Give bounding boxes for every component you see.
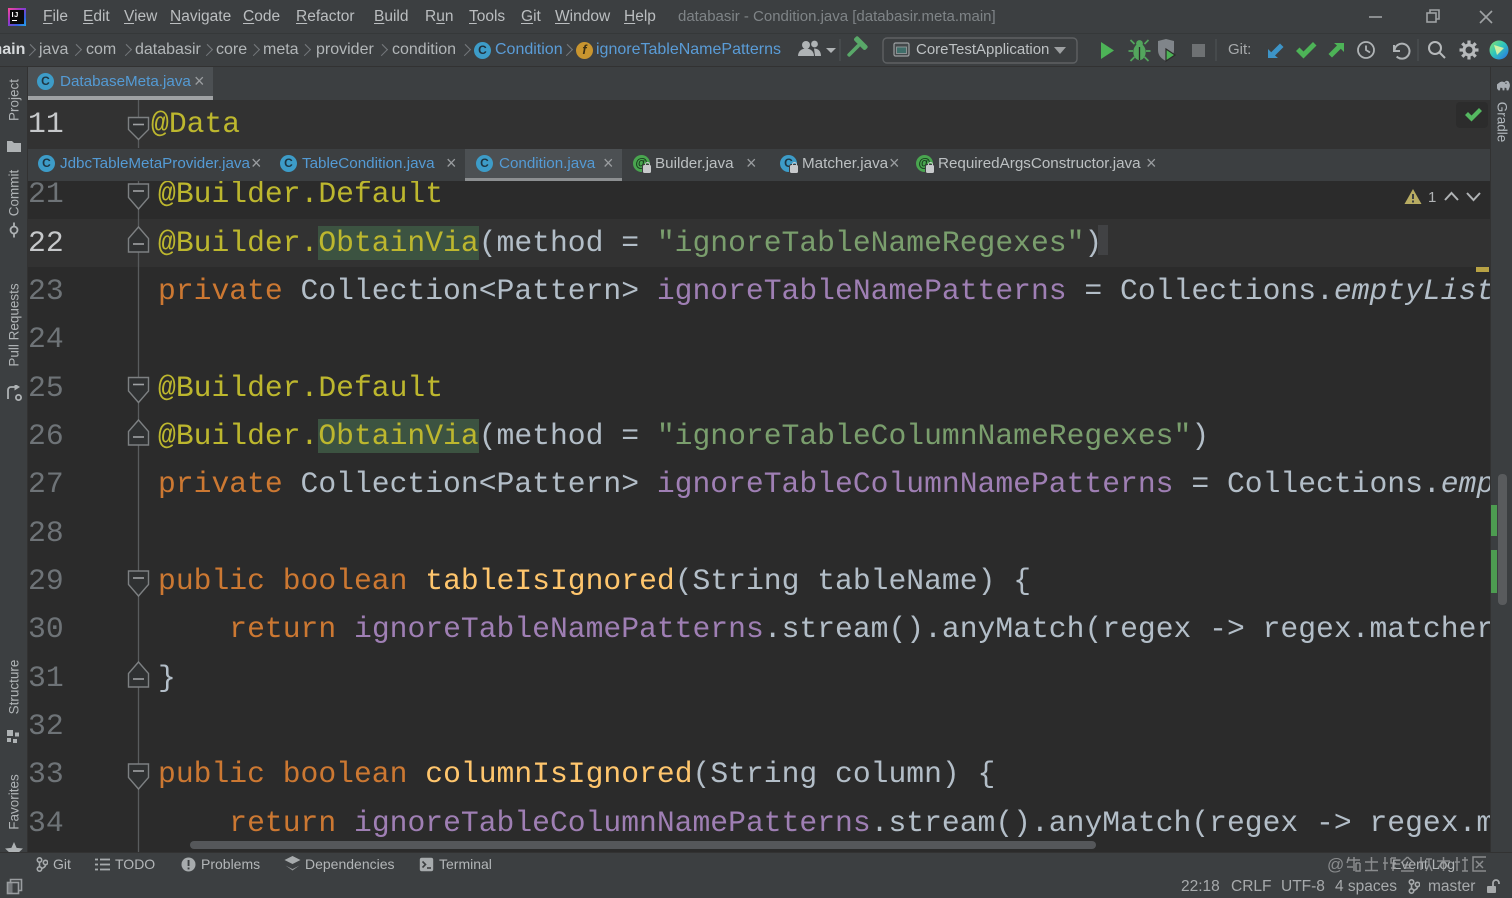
svg-text:@: @ <box>1327 856 1344 873</box>
svg-text:1: 1 <box>1428 189 1436 205</box>
